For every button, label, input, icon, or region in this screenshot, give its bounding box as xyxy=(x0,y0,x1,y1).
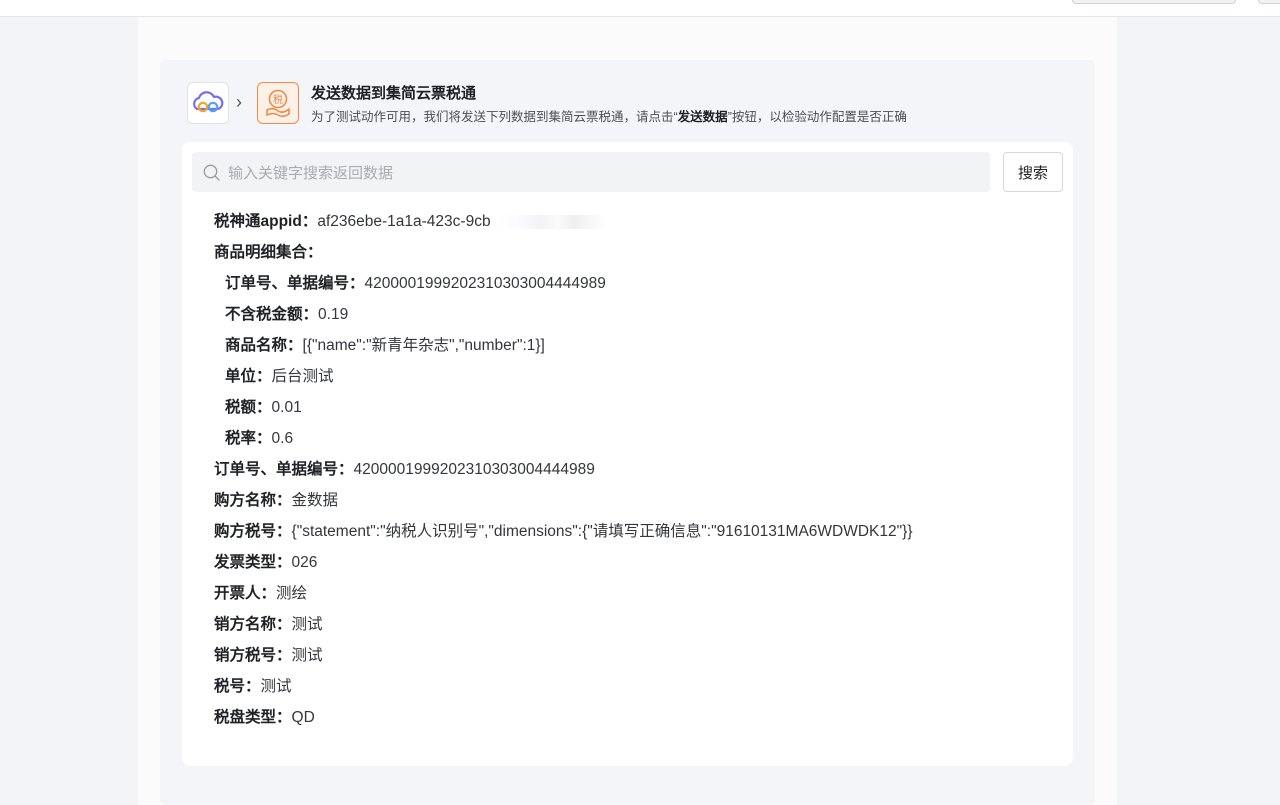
field-value: 测绘 xyxy=(276,585,308,602)
list-item: 税率：0.6 xyxy=(214,423,1064,454)
list-item: 销方税号：测试 xyxy=(214,640,1064,671)
field-value: 金数据 xyxy=(291,492,339,509)
field-value: 测试 xyxy=(260,678,292,695)
list-item: 订单号、单据编号：4200001999202310303004444989 xyxy=(214,454,1064,485)
data-list: 税神通appid：af236ebe-1a1a-423c-9cb 商品明细集合： … xyxy=(214,206,1064,733)
field-key: 商品名称： xyxy=(225,337,303,354)
field-key: 税神通appid： xyxy=(214,213,318,230)
list-item: 不含税金额：0.19 xyxy=(214,299,1064,330)
field-value: 0.19 xyxy=(318,306,349,323)
desc-prefix: 为了测试动作可用，我们将发送下列数据到集简云票税通，请点击“ xyxy=(311,110,678,124)
test-action-modal: › 税 发送数据到集简云票税通 为了测试动作可用，我们将发送下列数据到集简云票税… xyxy=(138,17,1117,805)
top-bar-button[interactable] xyxy=(1072,0,1236,4)
field-value: 0.01 xyxy=(271,399,302,416)
field-key: 购方税号： xyxy=(214,523,292,540)
target-app-icon: 税 xyxy=(257,82,299,124)
field-key: 订单号、单据编号： xyxy=(225,275,365,292)
search-bar xyxy=(192,152,990,194)
field-key: 商品明细集合： xyxy=(214,244,323,261)
search-input[interactable] xyxy=(226,152,980,194)
field-key: 税盘类型： xyxy=(214,709,292,726)
list-item: 购方名称：金数据 xyxy=(214,485,1064,516)
list-item: 购方税号：{"statement":"纳税人识别号","dimensions":… xyxy=(214,516,1064,547)
list-item: 商品名称：[{"name":"新青年杂志","number":1}] xyxy=(214,330,1064,361)
list-item: 订单号、单据编号：420000199920231030300444498​9 xyxy=(214,268,1064,299)
field-key: 发票类型： xyxy=(214,554,292,571)
list-item: 开票人：测绘 xyxy=(214,578,1064,609)
field-value: {"statement":"纳税人识别号","dimensions":{"请填写… xyxy=(291,523,913,540)
page-description: 为了测试动作可用，我们将发送下列数据到集简云票税通，请点击“发送数据”按钮，以检… xyxy=(311,106,907,125)
list-item: 税号：测试 xyxy=(214,671,1064,702)
desc-suffix: ”按钮，以检验动作配置是否正确 xyxy=(727,110,907,124)
field-value: 后台测试 xyxy=(271,368,334,385)
svg-text:税: 税 xyxy=(273,93,283,106)
test-data-panel: › 税 发送数据到集简云票税通 为了测试动作可用，我们将发送下列数据到集简云票税… xyxy=(160,60,1095,805)
field-key: 开票人： xyxy=(214,585,277,602)
field-key: 税号： xyxy=(214,678,261,695)
field-key: 税额： xyxy=(225,399,272,416)
search-icon xyxy=(203,164,220,181)
field-key: 不含税金额： xyxy=(225,306,319,323)
field-key: 订单号、单据编号： xyxy=(214,461,354,478)
list-item: 税神通appid：af236ebe-1a1a-423c-9cb xyxy=(214,206,1064,237)
field-value: 420000199920231030300444498​9 xyxy=(364,275,606,292)
field-value: 026 xyxy=(291,554,318,571)
field-key: 单位： xyxy=(225,368,272,385)
source-app-icon xyxy=(187,82,229,124)
list-item: 发票类型：026 xyxy=(214,547,1064,578)
field-key: 税率： xyxy=(225,430,272,447)
list-item: 税额：0.01 xyxy=(214,392,1064,423)
chevron-right-icon: › xyxy=(236,92,242,112)
page-title: 发送数据到集简云票税通 xyxy=(311,85,477,102)
field-value: 测试 xyxy=(291,616,323,633)
desc-bold: 发送数据 xyxy=(677,110,728,124)
field-value: [{"name":"新青年杂志","number":1}] xyxy=(302,337,545,354)
field-value: 测试 xyxy=(291,647,323,664)
data-card: 搜索 税神通appid：af236ebe-1a1a-423c-9cb 商品明细集… xyxy=(182,142,1073,766)
field-value: 4200001999202310303004444989 xyxy=(353,461,595,478)
top-bar-button-secondary[interactable] xyxy=(1258,0,1280,4)
field-key: 购方名称： xyxy=(214,492,292,509)
field-value: af236ebe-1a1a-423c-9cb xyxy=(317,213,491,230)
field-key: 销方名称： xyxy=(214,616,292,633)
list-item: 单位：后台测试 xyxy=(214,361,1064,392)
list-item: 税盘类型：QD xyxy=(214,702,1064,733)
field-value: 0.6 xyxy=(271,430,294,447)
field-value: QD xyxy=(291,709,315,726)
cloud-logo-icon xyxy=(193,91,224,113)
tax-logo-icon: 税 xyxy=(266,89,290,118)
redacted-blur xyxy=(496,214,607,229)
list-item: 商品明细集合： xyxy=(214,237,1064,268)
list-item: 销方名称：测试 xyxy=(214,609,1064,640)
top-bar xyxy=(0,0,1280,17)
search-button[interactable]: 搜索 xyxy=(1003,152,1063,192)
field-key: 销方税号： xyxy=(214,647,292,664)
